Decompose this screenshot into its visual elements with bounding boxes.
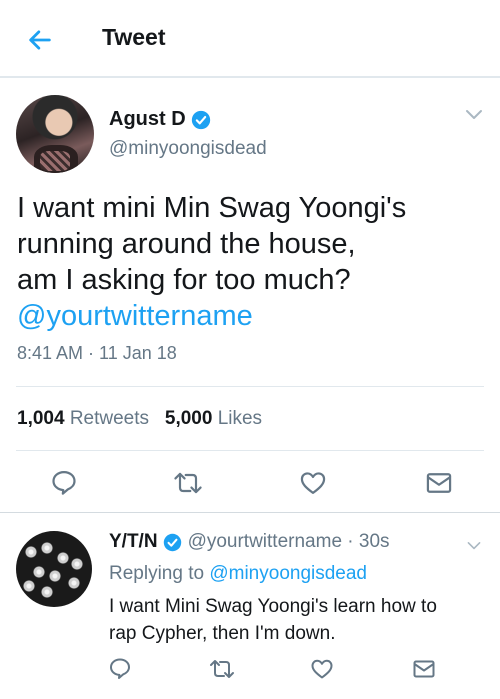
reply-author-row: Y/T/N @yourtwittername · 30s <box>109 531 390 553</box>
retweets-label: Retweets <box>69 408 150 429</box>
flower-decoration <box>70 557 84 571</box>
reply-icon[interactable] <box>108 656 132 680</box>
flower-decoration <box>48 569 62 583</box>
top-bar: Tweet <box>0 0 500 78</box>
likes-label: Likes <box>217 408 263 429</box>
tweet-stats: 1,004 Retweets 5,000 Likes <box>17 408 262 430</box>
section-divider <box>0 512 500 513</box>
envelope-icon[interactable] <box>425 470 453 496</box>
tweet-text-line: I want mini Min Swag Yoongi's <box>17 192 407 224</box>
retweet-icon[interactable] <box>172 469 204 497</box>
flower-decoration <box>22 579 36 593</box>
reply-icon[interactable] <box>50 468 78 496</box>
flower-decoration <box>24 545 38 559</box>
author-handle[interactable]: @minyoongisdead <box>109 138 267 160</box>
flower-decoration <box>40 585 54 599</box>
chevron-down-icon[interactable] <box>466 540 482 552</box>
tweet-text-line: running around the house, <box>17 228 356 260</box>
reply-display-name[interactable]: Y/T/N <box>109 531 158 553</box>
tweet-text: I want mini Min Swag Yoongi's running ar… <box>17 190 487 334</box>
verified-badge-icon <box>163 533 181 551</box>
reply-text-line: I want Mini Swag Yoongi's learn how to <box>109 596 437 617</box>
heart-icon[interactable] <box>298 469 328 497</box>
author-name-row: Agust D <box>109 108 211 131</box>
page-title: Tweet <box>102 24 166 50</box>
verified-badge-icon <box>191 110 210 129</box>
flower-decoration <box>66 575 82 591</box>
tweet-timestamp[interactable]: 8:41 AM · 11 Jan 18 <box>17 343 177 364</box>
avatar-pattern <box>40 151 70 171</box>
retweet-icon[interactable] <box>208 657 236 681</box>
likes-stat[interactable]: 5,000 Likes <box>165 408 262 429</box>
avatar[interactable] <box>16 95 94 173</box>
tweet-text-line: am I asking for too much? <box>17 264 351 296</box>
divider <box>16 450 484 451</box>
flower-decoration <box>56 551 70 565</box>
replying-to-label: Replying to <box>109 563 205 584</box>
mention-link[interactable]: @yourtwittername <box>17 298 487 334</box>
replying-to-link[interactable]: @minyoongisdead <box>209 563 367 584</box>
author-display-name[interactable]: Agust D <box>109 108 186 131</box>
reply-avatar[interactable] <box>16 531 92 607</box>
divider <box>16 386 484 387</box>
flower-decoration <box>30 563 48 581</box>
arrow-left-icon[interactable] <box>26 26 54 54</box>
flower-decoration <box>38 539 56 557</box>
reply-text: I want Mini Swag Yoongi's learn how to r… <box>109 593 489 647</box>
envelope-icon[interactable] <box>412 658 436 680</box>
reply-text-line: rap Cypher, then I'm down. <box>109 623 336 644</box>
likes-count: 5,000 <box>164 408 213 429</box>
retweets-count: 1,004 <box>17 408 65 429</box>
retweets-stat[interactable]: 1,004 Retweets <box>17 408 149 429</box>
reply-handle-time[interactable]: @yourtwittername · 30s <box>188 531 390 553</box>
replying-to: Replying to @minyoongisdead <box>109 563 367 585</box>
chevron-down-icon[interactable] <box>464 108 484 122</box>
heart-icon[interactable] <box>310 657 334 681</box>
